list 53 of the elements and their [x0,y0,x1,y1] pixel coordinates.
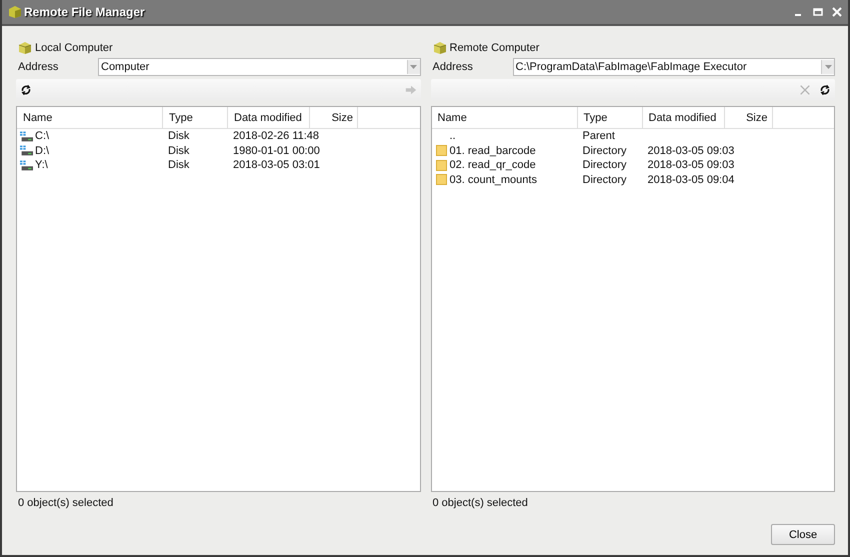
file-type: Directory [582,144,628,157]
file-type: Disk [167,144,190,157]
refresh-icon[interactable] [819,84,831,96]
column-header[interactable]: Name [17,107,163,128]
drive-icon [20,160,33,171]
address-label: Address [432,61,474,73]
address-label: Address [17,61,60,73]
column-header[interactable]: Name [432,107,578,128]
close-icon[interactable] [832,7,842,17]
modified-date: 2018-03-05 09:03 [646,144,734,158]
file-type: Parent [582,130,616,142]
file-type: Disk [167,159,190,172]
file-name[interactable]: 01. read_barcode [450,144,536,157]
status-text: 0 object(s) selected [432,496,529,511]
modified-date: 2018-03-05 09:04 [646,172,734,187]
window-title: Remote File Manager [24,5,145,19]
modified-date: 2018-02-26 11:48 [232,129,320,144]
cube-icon [18,41,32,55]
drive-icon [20,145,33,156]
folder-icon [434,174,448,186]
column-header[interactable]: Data modified [228,107,310,128]
folder-icon [434,145,448,156]
maximize-icon[interactable] [813,7,823,17]
folder-icon [434,160,448,171]
modified-date: 1980-01-01 00:00 [232,144,320,158]
column-header[interactable]: Data modified [642,107,724,128]
file-type: Directory [582,174,628,186]
column-header[interactable]: Type [163,107,228,128]
modified-date: 2018-03-05 09:03 [646,158,734,172]
drive-icon [20,130,33,142]
file-name[interactable]: Y:\ [35,159,48,172]
panel-title: Local Computer [35,42,113,54]
address-field[interactable]: C:\ProgramData\FabImage\FabImage Executor [512,58,835,76]
address-field[interactable]: Computer [98,58,420,76]
cube-icon [432,41,446,55]
column-header[interactable]: Size [724,107,772,128]
file-type: Disk [167,130,190,142]
status-text: 0 object(s) selected [17,496,114,511]
file-name[interactable]: 03. count_mounts [450,174,537,186]
file-name[interactable]: D:\ [35,144,50,157]
close-button[interactable]: Close [771,524,835,545]
dropdown-arrow-icon[interactable] [824,65,832,69]
file-name[interactable]: 02. read_qr_code [450,159,536,172]
file-name[interactable]: C:\ [35,130,50,142]
refresh-icon[interactable] [20,84,32,96]
file-name[interactable]: .. [450,130,456,142]
dropdown-arrow-icon[interactable] [410,65,417,69]
column-header[interactable]: Type [578,107,642,128]
panel-title: Remote Computer [450,42,540,54]
modified-date: 2018-03-05 03:01 [232,158,320,172]
file-type: Directory [582,159,628,172]
column-header[interactable]: Size [310,107,358,128]
cube-icon [8,5,22,19]
